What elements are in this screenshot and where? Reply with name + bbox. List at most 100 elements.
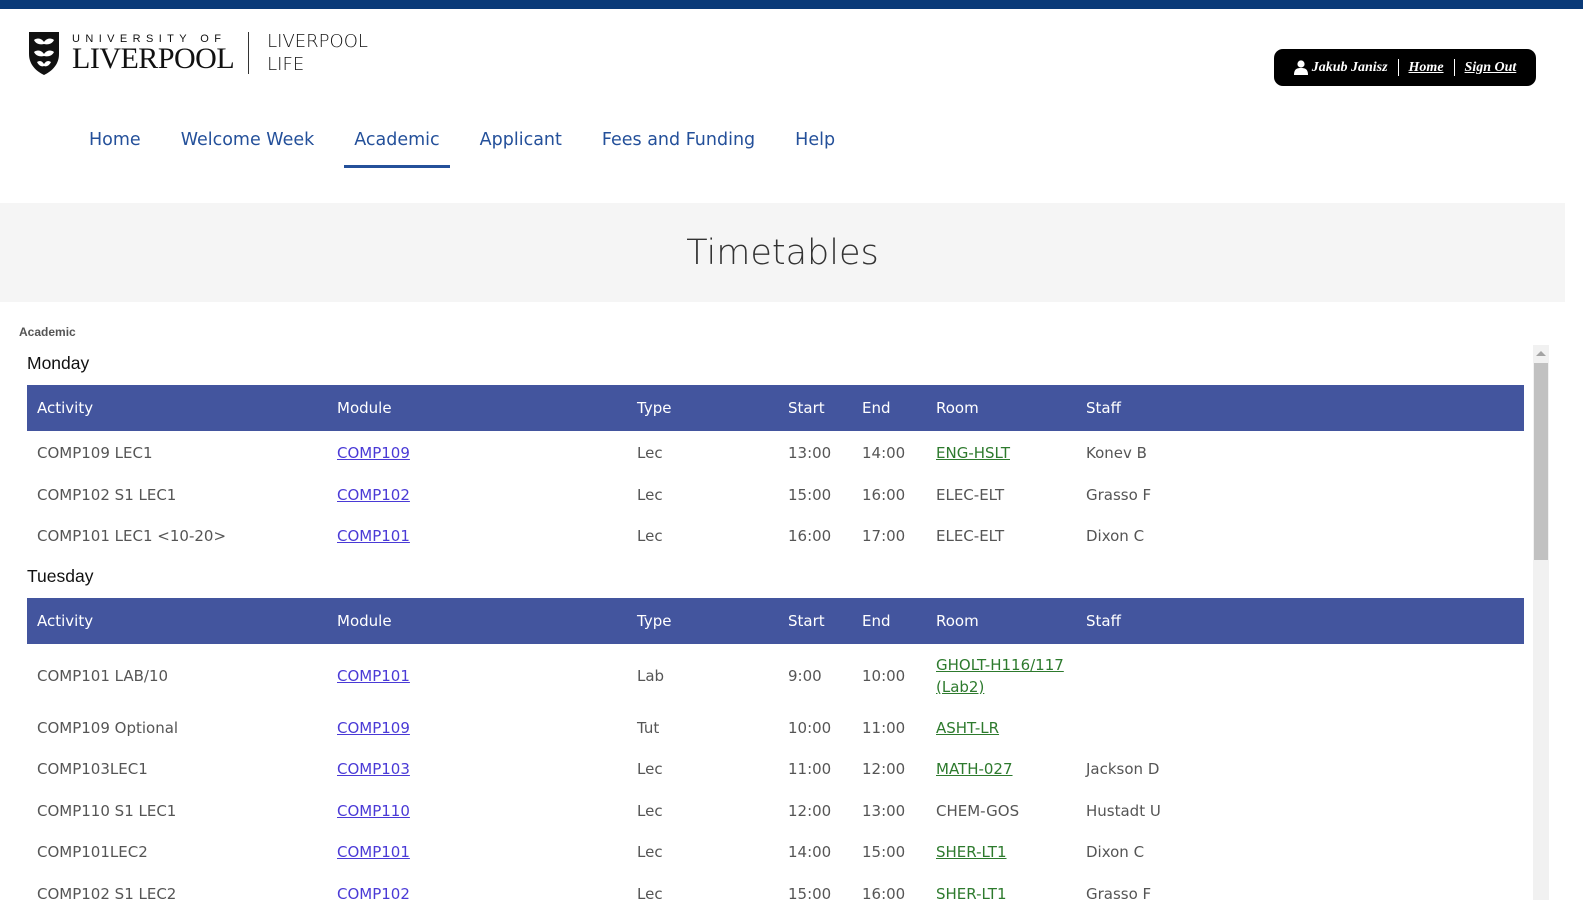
column-header: Module [327, 598, 627, 644]
column-header: Type [627, 385, 778, 431]
cell-staff: Grasso F [1086, 485, 1152, 504]
cell-room: SHER-LT1 [926, 832, 1076, 874]
cell-module: COMP109 [327, 431, 627, 474]
cell-room: ENG-HSLT [926, 431, 1076, 474]
cell-activity: COMP103LEC1 [37, 760, 148, 779]
room-link[interactable]: ASHT-LR [936, 719, 999, 737]
table-header-row: Activity Module Type Start End Room Staff [27, 598, 1524, 644]
module-link[interactable]: COMP101 [337, 843, 410, 861]
university-logo[interactable]: UNIVERSITY OF LIVERPOOL LIVERPOOL LIFE [28, 30, 368, 76]
nav-item-applicant[interactable]: Applicant [470, 118, 572, 168]
table-row: COMP109 LEC1 COMP109 Lec 13:00 14:00 ENG-HSLT… [27, 431, 1524, 474]
cell-start: 11:00 [788, 760, 832, 779]
room-link[interactable]: MATH-027 [936, 760, 1013, 778]
cell-end: 17:00 [862, 527, 906, 546]
module-link[interactable]: COMP101 [337, 527, 410, 545]
page-title: Timetables [686, 232, 879, 273]
column-header: Activity [27, 598, 327, 644]
column-header: End [852, 385, 926, 431]
cell-activity: COMP101 LEC1 <10-20> [37, 527, 227, 546]
module-link[interactable]: COMP102 [337, 885, 410, 900]
cell-module: COMP109 [327, 707, 627, 749]
module-link[interactable]: COMP110 [337, 802, 410, 820]
cell-staff: Jackson D [1086, 760, 1160, 779]
cell-start: 15:00 [788, 485, 832, 504]
day-heading: Monday [27, 353, 90, 373]
cell-type: Lec [637, 527, 663, 546]
life-line-2: LIFE [267, 54, 305, 75]
cell-end: 12:00 [862, 760, 906, 779]
cell-start: 12:00 [788, 801, 832, 820]
room-link[interactable]: SHER-LT1 [936, 885, 1007, 900]
cell-module: COMP102 [327, 873, 627, 900]
table-row: COMP101LEC2 COMP101 Lec 14:00 15:00 SHER-LT1 D… [27, 832, 1524, 874]
scrollbar[interactable] [1533, 345, 1549, 900]
module-link[interactable]: COMP103 [337, 760, 410, 778]
cell-end: 15:00 [862, 843, 906, 862]
sign-out-link[interactable]: Sign Out [1465, 60, 1517, 76]
column-header: Type [627, 598, 778, 644]
cell-activity: COMP101 LAB/10 [37, 666, 169, 685]
room-link[interactable]: GHOLT-H116/117 (Lab2) [936, 654, 1071, 698]
cell-type: Lab [637, 666, 665, 685]
cell-type: Lec [637, 884, 663, 900]
timetable-table: Activity Module Type Start End Room Staff COMP1… [27, 598, 1524, 900]
cell-type: Lec [637, 760, 663, 779]
cell-room: SHER-LT1 [926, 873, 1076, 900]
cell-activity: COMP110 S1 LEC1 [37, 801, 177, 820]
cell-room: GHOLT-H116/117 (Lab2) [926, 644, 1076, 707]
nav-item-help[interactable]: Help [785, 118, 845, 168]
cell-staff [1076, 707, 1524, 749]
cell-start: 10:00 [788, 718, 832, 737]
cell-start: 15:00 [788, 884, 832, 900]
cell-room: CHEM-GOS [936, 801, 1020, 820]
nav-item-fees-and-funding[interactable]: Fees and Funding [592, 118, 765, 168]
cell-activity: COMP109 LEC1 [37, 443, 153, 462]
cell-room: MATH-027 [926, 749, 1076, 791]
table-header-row: Activity Module Type Start End Room Staff [27, 385, 1524, 431]
user-menu-separator [1453, 59, 1455, 76]
column-header: Staff [1076, 598, 1524, 644]
cell-type: Lec [637, 443, 663, 462]
cell-end: 11:00 [862, 718, 906, 737]
scrollbar-thumb[interactable] [1534, 363, 1548, 560]
cell-module: COMP103 [327, 749, 627, 791]
nav-item-welcome-week[interactable]: Welcome Week [171, 118, 325, 168]
cell-staff: Hustadt U [1086, 801, 1161, 820]
user-menu-separator [1397, 59, 1399, 76]
cell-room: ASHT-LR [926, 707, 1076, 749]
cell-end: 16:00 [862, 485, 906, 504]
cell-start: 14:00 [788, 843, 832, 862]
cell-type: Lec [637, 485, 663, 504]
table-row: COMP109 Optional COMP109 Tut 10:00 11:00 ASHT… [27, 707, 1524, 749]
cell-end: 14:00 [862, 443, 906, 462]
scroll-up-arrow-icon[interactable] [1536, 351, 1546, 356]
nav-item-home[interactable]: Home [79, 118, 151, 168]
timetable-content: Monday Activity Module Type Start End Room Staf… [27, 344, 1524, 900]
table-row: COMP110 S1 LEC1 COMP110 Lec 12:00 13:00 CHEM-… [27, 790, 1524, 832]
cell-staff: Dixon C [1086, 527, 1145, 546]
main-nav: Home Welcome Week Academic Applicant Fee… [69, 118, 855, 168]
room-link[interactable]: SHER-LT1 [936, 843, 1007, 861]
cell-module: COMP101 [327, 644, 627, 707]
user-icon [1293, 60, 1308, 75]
table-row: COMP103LEC1 COMP103 Lec 11:00 12:00 MATH-027 J… [27, 749, 1524, 791]
module-link[interactable]: COMP109 [337, 719, 410, 737]
column-header: Start [778, 598, 852, 644]
module-link[interactable]: COMP109 [337, 444, 410, 462]
column-header: Start [778, 385, 852, 431]
room-link[interactable]: ENG-HSLT [936, 444, 1010, 462]
cell-activity: COMP102 S1 LEC2 [37, 884, 177, 900]
module-link[interactable]: COMP101 [337, 667, 410, 685]
day-heading: Tuesday [27, 566, 94, 586]
cell-activity: COMP109 Optional [37, 718, 179, 737]
nav-item-academic[interactable]: Academic [344, 118, 451, 168]
logo-big-text: LIVERPOOL [72, 42, 235, 75]
module-link[interactable]: COMP102 [337, 486, 410, 504]
column-header: Module [327, 385, 627, 431]
home-link[interactable]: Home [1409, 60, 1444, 76]
cell-start: 13:00 [788, 443, 832, 462]
cell-module: COMP110 [327, 790, 627, 832]
cell-end: 13:00 [862, 801, 906, 820]
cell-staff: Grasso F [1086, 884, 1152, 900]
